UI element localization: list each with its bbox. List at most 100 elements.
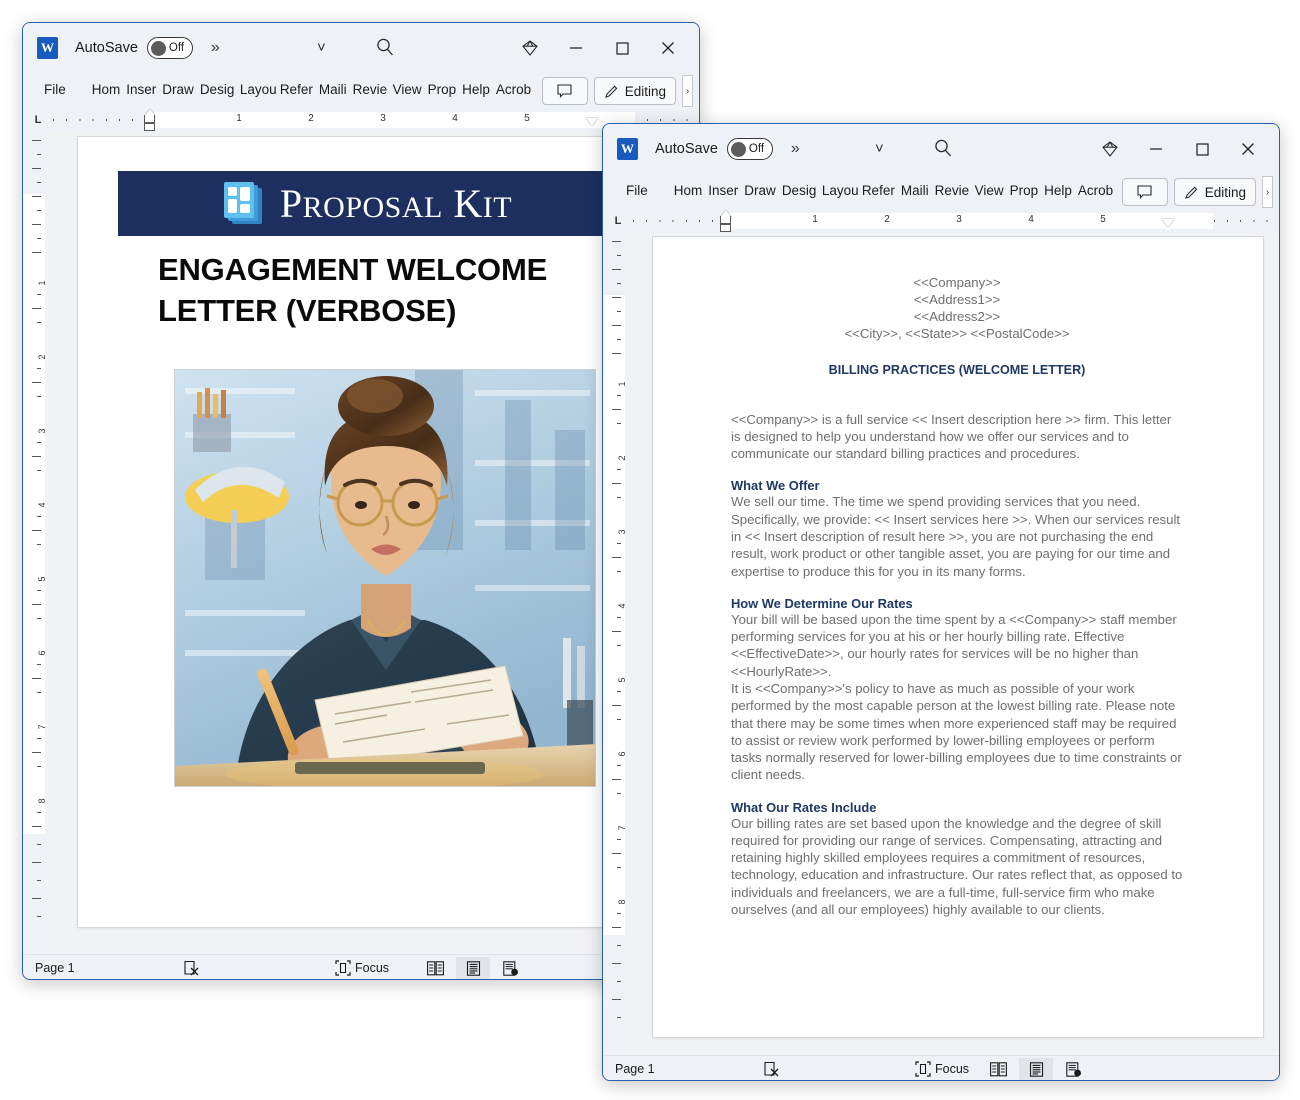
diamond-icon[interactable] [1087, 132, 1133, 166]
ribbon-tab-mailings[interactable]: Maili [898, 178, 932, 204]
ribbon-tab-references[interactable]: Refer [277, 77, 316, 103]
left-indent-marker[interactable] [720, 223, 731, 232]
status-bar[interactable]: Page 1 Focus [603, 1055, 1279, 1081]
left-indent-marker[interactable] [144, 122, 155, 131]
ribbon-tab-insert[interactable]: Inser [123, 77, 159, 103]
ribbon-tab-bar[interactable]: File Hom Inser Draw Desig Layou Refer Ma… [603, 174, 1279, 208]
vertical-ruler[interactable]: 1 2 3 4 5 6 7 8 [23, 132, 47, 954]
ruler-track[interactable]: 1 2 3 4 5 [633, 209, 1275, 232]
print-layout-button[interactable] [1019, 1057, 1053, 1080]
ribbon-tab-draw[interactable]: Draw [741, 178, 779, 204]
document-body[interactable]: <<Company>> <<Address1>> <<Address2>> <<… [731, 275, 1183, 918]
maximize-button[interactable] [599, 31, 645, 65]
ribbon-tab-home[interactable]: Hom [671, 178, 706, 204]
editing-mode-button[interactable]: Editing [1173, 178, 1256, 206]
focus-mode-button[interactable]: Focus [915, 1061, 969, 1077]
ribbon-tab-mailings[interactable]: Maili [316, 77, 350, 103]
ribbon-tab-acrobat[interactable]: Acrob [1075, 178, 1115, 204]
vertical-ruler[interactable]: 1 2 3 4 5 6 7 8 [603, 233, 627, 1055]
window-controls[interactable] [507, 23, 691, 73]
ribbon-tab-properties[interactable]: Prop [1007, 178, 1042, 204]
status-bar[interactable]: Page 1 Focus [23, 954, 699, 980]
search-icon[interactable] [933, 138, 954, 159]
word-window-back[interactable]: W AutoSave Off » ˅ File Hom Inser Draw D… [22, 22, 700, 980]
ribbon-tab-review[interactable]: Revie [932, 178, 972, 204]
ribbon-tab-bar[interactable]: File Hom Inser Draw Desig Layou Refer Ma… [23, 73, 699, 107]
editing-mode-button[interactable]: Editing [593, 77, 676, 105]
ribbon-tab-file[interactable]: File [41, 77, 69, 103]
word-window-front[interactable]: W AutoSave Off » ˅ File Hom Inser Draw D… [602, 123, 1280, 1081]
comment-icon [1137, 185, 1152, 199]
close-button[interactable] [1225, 132, 1271, 166]
document-page-1[interactable]: PROPOSAL KIT ENGAGEMENT WELCOME LETTER (… [78, 137, 648, 927]
close-button[interactable] [645, 31, 691, 65]
ribbon-tab-insert[interactable]: Inser [705, 178, 741, 204]
proofing-status-button[interactable] [763, 1061, 780, 1078]
quick-access-overflow-button[interactable]: » [791, 140, 800, 158]
title-bar[interactable]: W AutoSave Off » ˅ [23, 23, 699, 73]
tab-stop-selector[interactable]: L [603, 215, 633, 227]
ruler-track[interactable]: 1 2 3 4 5 [53, 108, 695, 131]
ribbon-tab-references[interactable]: Refer [859, 178, 898, 204]
ribbon-tab-help[interactable]: Help [459, 77, 493, 103]
document-canvas[interactable]: PROPOSAL KIT ENGAGEMENT WELCOME LETTER (… [45, 132, 699, 954]
focus-mode-button[interactable]: Focus [335, 960, 389, 976]
web-layout-button[interactable] [494, 957, 528, 980]
ribbon-tab-view[interactable]: View [972, 178, 1007, 204]
ribbon-tab-design[interactable]: Desig [197, 77, 237, 103]
title-bar[interactable]: W AutoSave Off » ˅ [603, 124, 1279, 174]
ribbon-overflow-button[interactable]: › [682, 75, 693, 107]
horizontal-ruler[interactable]: L 1 2 3 4 5 [23, 107, 699, 132]
ribbon-tab-help[interactable]: Help [1041, 178, 1075, 204]
ribbon-right-actions[interactable]: Editing › [541, 75, 693, 107]
ruler-tick [612, 705, 621, 706]
ribbon-tab-properties[interactable]: Prop [425, 77, 460, 103]
ribbon-right-actions[interactable]: Editing › [1121, 176, 1273, 208]
view-buttons[interactable] [981, 1057, 1091, 1081]
window-controls[interactable] [1087, 124, 1271, 174]
right-indent-marker[interactable] [586, 117, 598, 126]
maximize-button[interactable] [1179, 132, 1225, 166]
web-layout-button[interactable] [1057, 1058, 1091, 1081]
comments-button[interactable] [541, 77, 588, 105]
ribbon-tab-review[interactable]: Revie [350, 77, 390, 103]
hanging-indent-marker[interactable] [720, 215, 731, 224]
view-buttons[interactable] [418, 956, 528, 980]
customize-quick-access-icon[interactable]: ˅ [875, 140, 884, 157]
ribbon-tab-design[interactable]: Desig [779, 178, 819, 204]
right-indent-marker[interactable] [1162, 218, 1174, 227]
print-layout-button[interactable] [456, 956, 490, 979]
ribbon-tab-layout[interactable]: Layou [237, 77, 277, 103]
horizontal-ruler[interactable]: L 1 2 3 4 5 [603, 208, 1279, 233]
document-area[interactable]: 1 2 3 4 5 6 [23, 132, 699, 954]
autosave-toggle[interactable]: Off [146, 37, 193, 59]
customize-quick-access-icon[interactable]: ˅ [317, 39, 326, 56]
minimize-button[interactable] [1133, 132, 1179, 166]
search-icon[interactable] [375, 37, 396, 58]
ribbon-tab-layout[interactable]: Layou [819, 178, 859, 204]
autosave-toggle[interactable]: Off [726, 138, 773, 160]
ruler-tick [617, 339, 621, 340]
ribbon-tab-home[interactable]: Hom [89, 77, 124, 103]
minimize-button[interactable] [553, 31, 599, 65]
page-number-indicator[interactable]: Page 1 [615, 1062, 655, 1076]
page-number-indicator[interactable]: Page 1 [35, 961, 75, 975]
read-mode-button[interactable] [418, 957, 452, 980]
ribbon-tab-view[interactable]: View [390, 77, 425, 103]
proofing-status-button[interactable] [183, 960, 200, 977]
document-canvas[interactable]: <<Company>> <<Address1>> <<Address2>> <<… [625, 233, 1279, 1055]
ribbon-tab-acrobat[interactable]: Acrob [493, 77, 533, 103]
document-page-1[interactable]: <<Company>> <<Address1>> <<Address2>> <<… [653, 237, 1263, 1037]
tab-stop-selector[interactable]: L [23, 114, 53, 126]
document-area[interactable]: 1 2 3 4 5 6 [603, 233, 1279, 1055]
ribbon-tab-draw[interactable]: Draw [159, 77, 197, 103]
diamond-icon[interactable] [507, 31, 553, 65]
ribbon-tab-file[interactable]: File [623, 178, 651, 204]
hanging-indent-marker[interactable] [144, 114, 155, 123]
ruler-tick [37, 590, 41, 591]
read-mode-button[interactable] [981, 1058, 1015, 1081]
quick-access-overflow-button[interactable]: » [211, 39, 220, 57]
ribbon-overflow-button[interactable]: › [1262, 176, 1273, 208]
document-image[interactable] [174, 369, 596, 787]
comments-button[interactable] [1121, 178, 1168, 206]
